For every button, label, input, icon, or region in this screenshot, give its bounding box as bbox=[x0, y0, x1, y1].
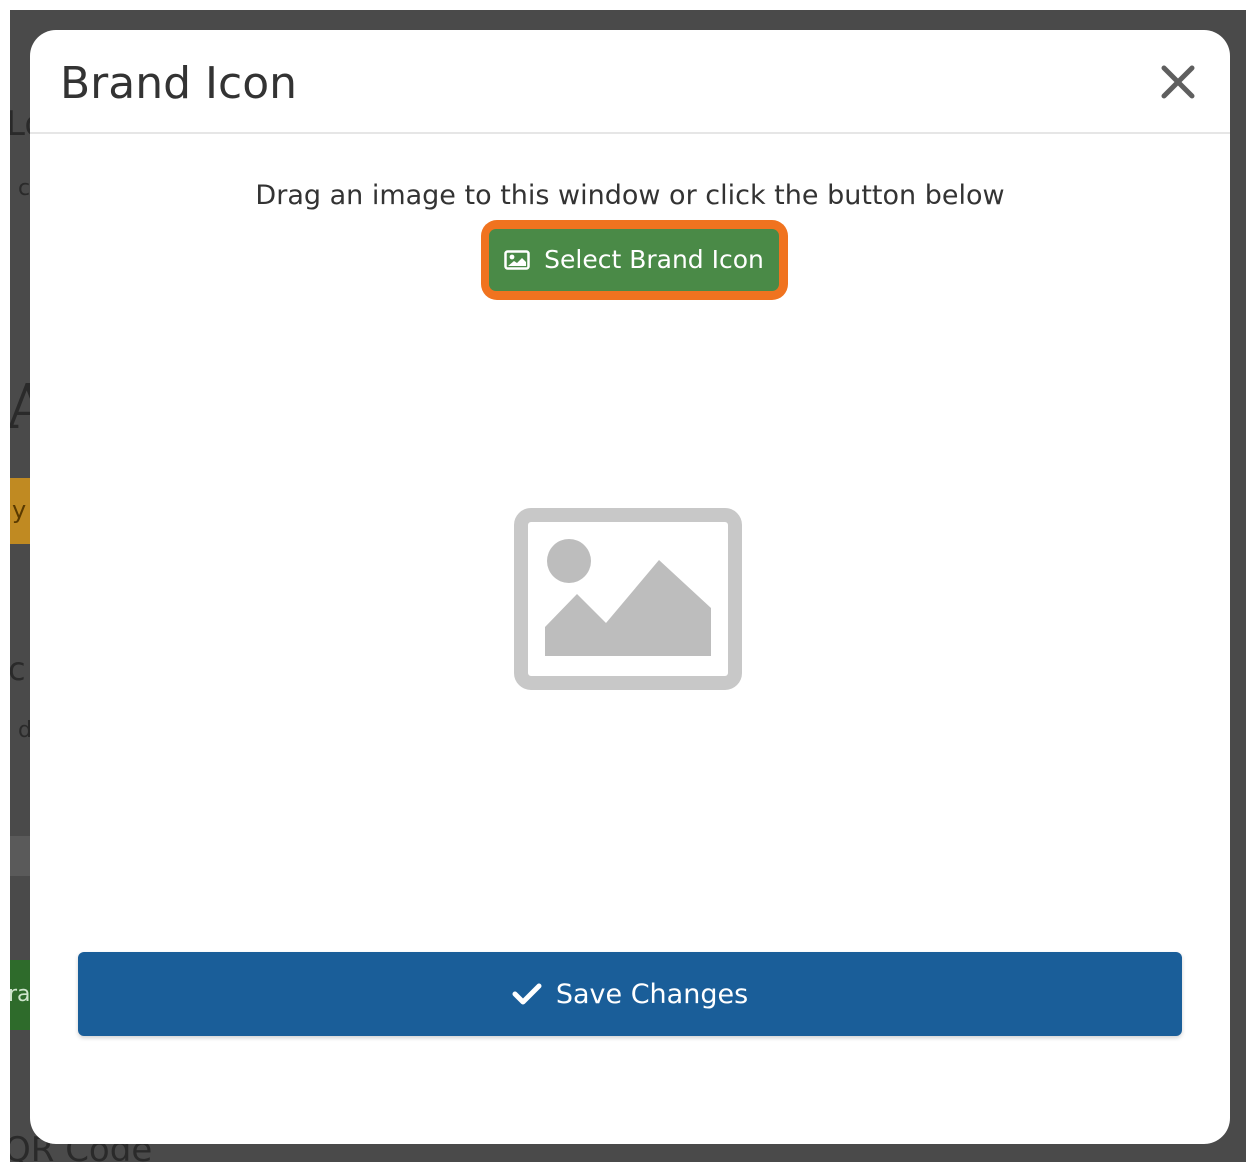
drag-instructions: Drag an image to this window or click th… bbox=[255, 180, 1005, 211]
background-text: c bbox=[18, 176, 31, 201]
select-button-label: Select Brand Icon bbox=[544, 245, 764, 274]
background-green-text: ra bbox=[10, 982, 31, 1007]
background-thumbnail bbox=[10, 836, 30, 876]
save-changes-button[interactable]: Save Changes bbox=[78, 952, 1182, 1036]
close-button[interactable] bbox=[1158, 62, 1198, 102]
background-badge-text: y bbox=[12, 496, 27, 524]
background-badge: y bbox=[10, 478, 30, 544]
close-icon bbox=[1161, 65, 1195, 99]
modal-header: Brand Icon bbox=[30, 30, 1230, 134]
image-placeholder-icon bbox=[514, 508, 742, 690]
image-icon bbox=[504, 250, 530, 270]
background-green-button: ra bbox=[10, 960, 31, 1030]
save-button-label: Save Changes bbox=[555, 978, 749, 1010]
check-icon bbox=[512, 983, 542, 1005]
modal-title: Brand Icon bbox=[60, 58, 298, 109]
background-text: c bbox=[10, 650, 26, 688]
select-brand-icon-button[interactable]: Select Brand Icon bbox=[489, 229, 779, 291]
brand-icon-modal: Brand Icon Drag an image to this window … bbox=[30, 30, 1230, 1144]
